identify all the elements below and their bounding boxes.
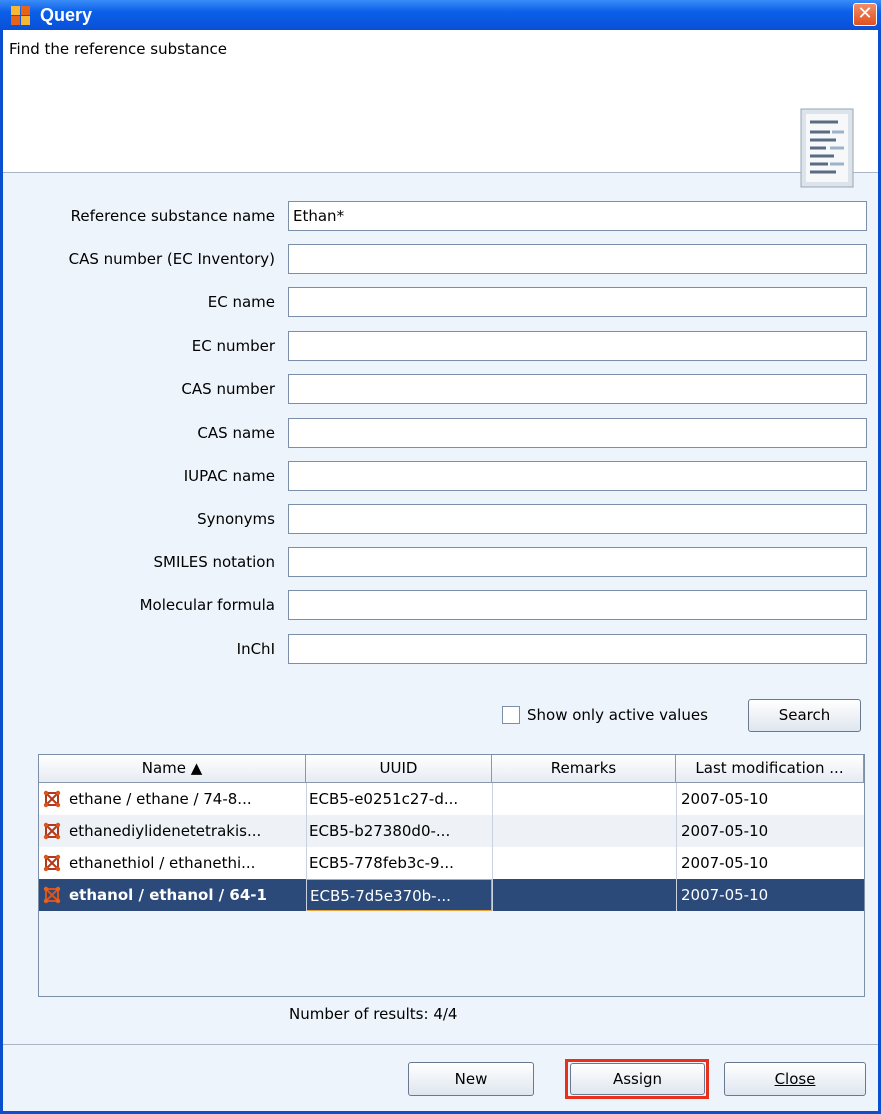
row-modified-cell: 2007-05-10	[681, 854, 769, 872]
app-logo-icon	[10, 4, 34, 26]
inchi-input[interactable]	[288, 634, 867, 664]
window-title: Query	[40, 4, 93, 25]
row-name-cell: ethanediylidenetetrakis...	[39, 815, 306, 847]
reference-substance-name-input[interactable]: Ethan*	[288, 201, 867, 231]
document-icon	[800, 108, 854, 188]
query-dialog: Query ✕ Find the reference substance Ref…	[0, 0, 881, 1114]
molecular-formula-input[interactable]	[288, 590, 867, 620]
table-row[interactable]: ethanediylidenetetrakis... ECB5-b27380d0…	[39, 815, 864, 847]
row-name-text: ethanethiol / ethanethi...	[69, 854, 256, 872]
row-modified-cell: 2007-05-10	[681, 886, 769, 904]
footer-divider	[3, 1044, 878, 1045]
row-uuid-cell: ECB5-e0251c27-d...	[309, 790, 459, 808]
molecule-icon	[43, 790, 61, 808]
label-cas-number-ec-inventory: CAS number (EC Inventory)	[68, 250, 275, 268]
show-active-values-checkbox[interactable]	[502, 706, 520, 724]
label-cas-number: CAS number	[181, 380, 275, 398]
label-iupac-name: IUPAC name	[183, 467, 275, 485]
label-reference-substance-name: Reference substance name	[70, 207, 275, 225]
row-modified-cell: 2007-05-10	[681, 790, 769, 808]
row-name-cell: ethanol / ethanol / 64-1	[39, 879, 306, 911]
label-inchi: InChI	[236, 640, 275, 658]
cas-number-ec-inventory-input[interactable]	[288, 244, 867, 274]
ec-number-input[interactable]	[288, 331, 867, 361]
table-header: Name ▲ UUID Remarks Last modification ..…	[39, 755, 864, 783]
table-row[interactable]: ethane / ethane / 74-8... ECB5-e0251c27-…	[39, 783, 864, 815]
row-uuid-cell: ECB5-778feb3c-9...	[309, 854, 454, 872]
cas-number-input[interactable]	[288, 374, 867, 404]
column-header-remarks[interactable]: Remarks	[492, 755, 676, 782]
row-remarks-cell	[492, 815, 676, 847]
column-header-uuid[interactable]: UUID	[306, 755, 492, 782]
label-molecular-formula: Molecular formula	[139, 596, 275, 614]
title-bar[interactable]: Query ✕	[0, 0, 881, 30]
row-name-text: ethanediylidenetetrakis...	[69, 822, 262, 840]
label-synonyms: Synonyms	[197, 510, 275, 528]
column-divider	[492, 783, 493, 911]
assign-button[interactable]: Assign	[570, 1063, 705, 1095]
search-button[interactable]: Search	[748, 699, 861, 732]
label-ec-name: EC name	[207, 293, 275, 311]
column-divider	[306, 783, 307, 911]
ec-name-input[interactable]	[288, 287, 867, 317]
molecule-icon	[43, 822, 61, 840]
results-count: Number of results: 4/4	[289, 1005, 458, 1023]
molecule-icon	[43, 886, 61, 904]
iupac-name-input[interactable]	[288, 461, 867, 491]
label-cas-name: CAS name	[197, 424, 275, 442]
close-icon: ✕	[857, 3, 873, 24]
row-remarks-cell	[492, 879, 676, 911]
show-active-values-label: Show only active values	[527, 706, 708, 724]
label-ec-number: EC number	[191, 337, 275, 355]
new-button[interactable]: New	[408, 1062, 534, 1096]
row-uuid-cell: ECB5-b27380d0-...	[309, 822, 451, 840]
close-window-button[interactable]: ✕	[853, 3, 877, 26]
synonyms-input[interactable]	[288, 504, 867, 534]
row-remarks-cell	[492, 783, 676, 815]
header-description: Find the reference substance	[9, 40, 227, 58]
row-modified-cell: 2007-05-10	[681, 822, 769, 840]
row-remarks-cell	[492, 847, 676, 879]
close-button[interactable]: Close	[724, 1062, 866, 1096]
smiles-notation-input[interactable]	[288, 547, 867, 577]
show-active-values-option[interactable]: Show only active values	[502, 706, 708, 724]
label-smiles-notation: SMILES notation	[153, 553, 275, 571]
header-panel: Find the reference substance	[3, 30, 878, 188]
row-uuid-cell: ECB5-7d5e370b-...	[306, 879, 492, 911]
cas-name-input[interactable]	[288, 418, 867, 448]
table-row[interactable]: ethanethiol / ethanethi... ECB5-778feb3c…	[39, 847, 864, 879]
results-table: Name ▲ UUID Remarks Last modification ..…	[38, 754, 865, 997]
table-row-selected[interactable]: ethanol / ethanol / 64-1 ECB5-7d5e370b-.…	[39, 879, 864, 911]
row-name-text: ethane / ethane / 74-8...	[69, 790, 252, 808]
column-header-last-modification[interactable]: Last modification ...	[676, 755, 864, 782]
column-divider	[676, 783, 677, 911]
row-name-cell: ethanethiol / ethanethi...	[39, 847, 306, 879]
molecule-icon	[43, 854, 61, 872]
row-name-cell: ethane / ethane / 74-8...	[39, 783, 306, 815]
column-header-name[interactable]: Name ▲	[39, 755, 306, 782]
row-name-text: ethanol / ethanol / 64-1	[69, 886, 267, 904]
